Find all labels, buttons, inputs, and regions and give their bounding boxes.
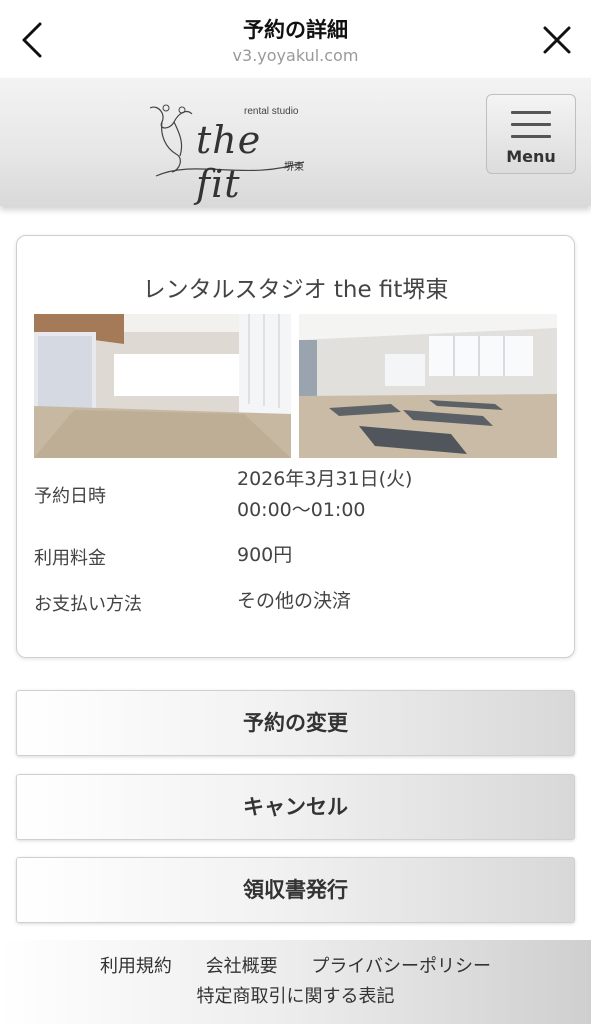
reservation-card: レンタルスタジオ the fit堺東 予約日時 2026年3月31日(火) 00…: [16, 235, 575, 658]
footer-links: 利用規約 会社概要 プライバシーポリシー: [0, 952, 591, 978]
payment-value: その他の決済: [237, 590, 352, 612]
reservation-time: 00:00〜01:00: [237, 499, 366, 521]
hamburger-icon: [511, 111, 551, 147]
studio-photo-2: [299, 314, 557, 458]
logo-location: 堺東: [284, 162, 304, 173]
studio-name: レンタルスタジオ the fit堺東: [142, 277, 449, 303]
page-title: 予約の詳細: [243, 18, 348, 42]
reservation-date: 2026年3月31日(火): [237, 468, 413, 490]
page-url: v3.yoyakul.com: [232, 46, 359, 65]
site-header: rental studio the fit 堺東 Menu: [0, 78, 591, 206]
menu-button[interactable]: Menu: [486, 94, 576, 174]
site-logo[interactable]: rental studio the fit 堺東: [136, 100, 308, 206]
studio-photo-1: [34, 314, 291, 458]
fee-label: 利用料金: [34, 548, 106, 569]
change-reservation-button[interactable]: 予約の変更: [16, 690, 575, 756]
footer-link-commerce[interactable]: 特定商取引に関する表記: [0, 982, 591, 1008]
footer-link-privacy[interactable]: プライバシーポリシー: [311, 956, 491, 977]
datetime-label: 予約日時: [34, 486, 106, 507]
issue-receipt-button[interactable]: 領収書発行: [16, 857, 575, 923]
footer-link-company[interactable]: 会社概要: [206, 956, 278, 977]
fee-value: 900円: [237, 544, 293, 566]
logo-tagline: rental studio: [244, 106, 299, 117]
menu-label: Menu: [506, 147, 556, 166]
cancel-button[interactable]: キャンセル: [16, 774, 575, 840]
browser-topbar: 予約の詳細 v3.yoyakul.com: [0, 0, 591, 78]
payment-label: お支払い方法: [34, 594, 142, 615]
close-icon[interactable]: [535, 18, 579, 62]
footer-link-terms[interactable]: 利用規約: [100, 956, 172, 977]
footer: 利用規約 会社概要 プライバシーポリシー 特定商取引に関する表記: [0, 940, 591, 1024]
